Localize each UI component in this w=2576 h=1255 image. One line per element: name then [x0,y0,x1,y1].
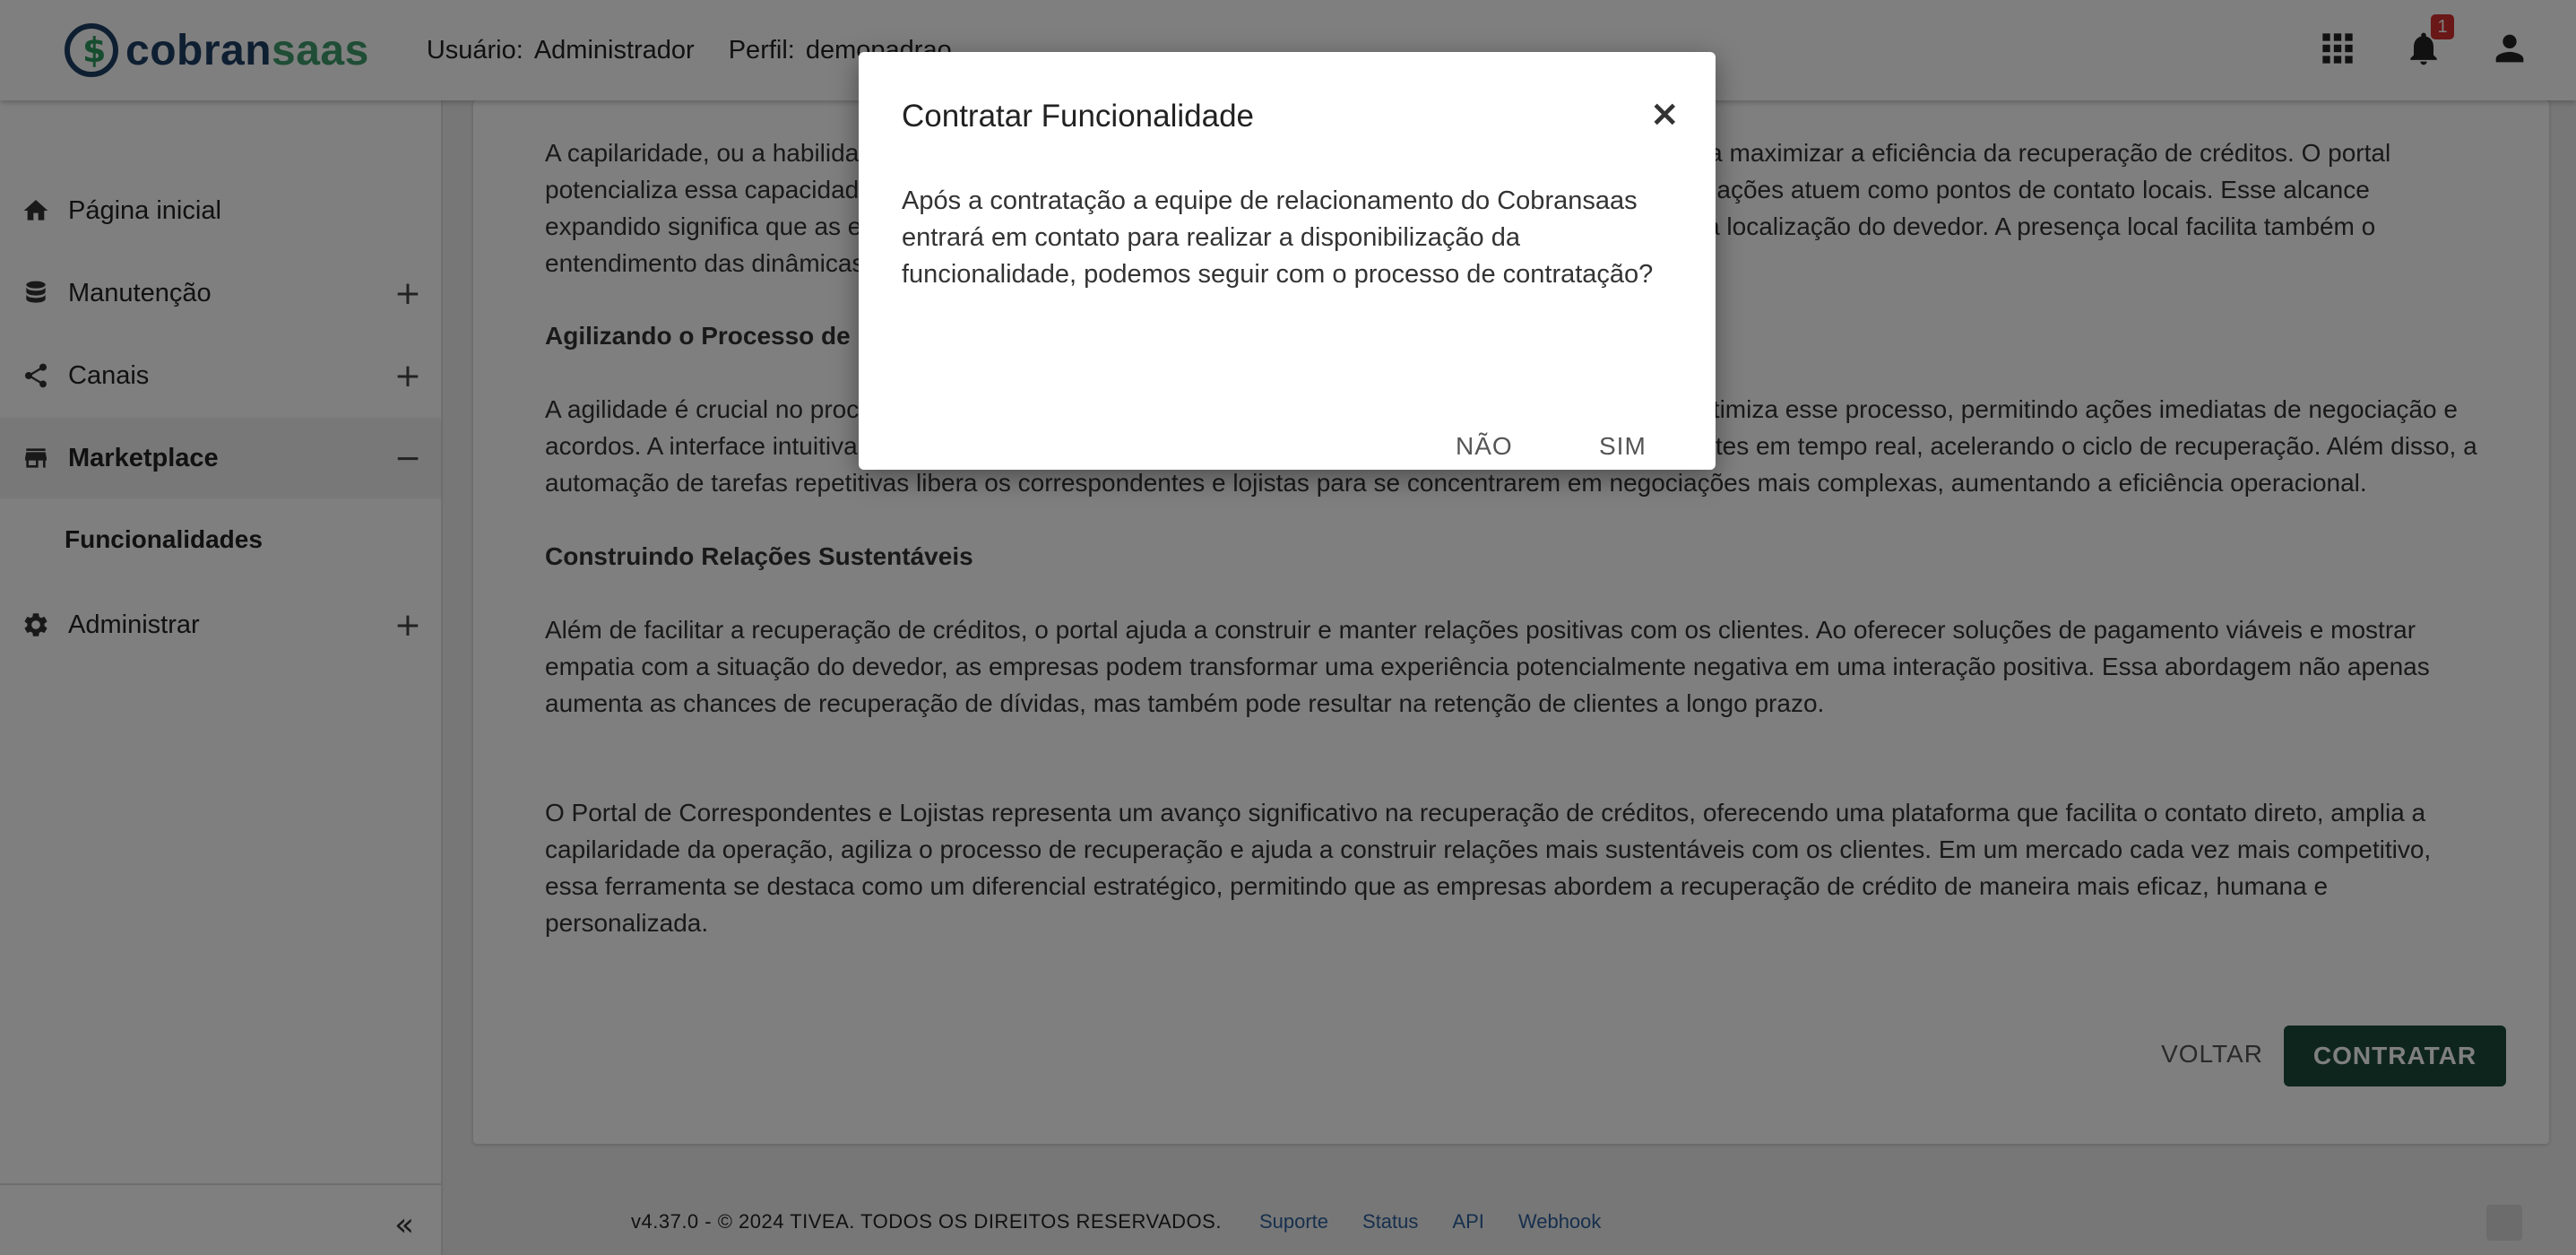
dialog-message: Após a contratação a equipe de relaciona… [902,186,1654,289]
contract-feature-dialog: Contratar Funcionalidade × Após a contra… [859,52,1716,470]
close-icon[interactable]: × [1649,93,1680,134]
yes-button[interactable]: SIM [1599,432,1647,461]
dialog-title: Contratar Funcionalidade [902,99,1255,134]
no-button[interactable]: NÃO [1456,432,1513,461]
